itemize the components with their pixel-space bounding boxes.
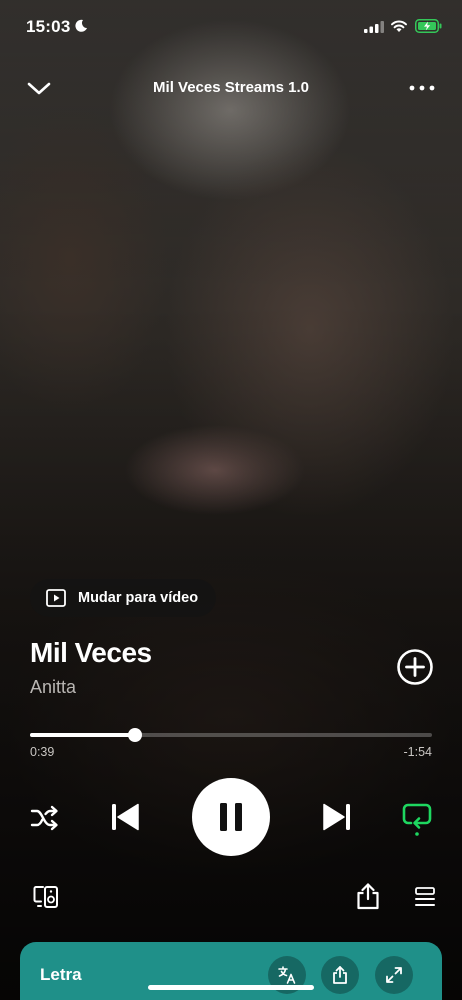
- add-to-library-icon[interactable]: [396, 648, 434, 686]
- video-play-icon: [46, 589, 66, 607]
- share-icon: [333, 966, 347, 984]
- repeat-icon[interactable]: [401, 801, 433, 837]
- remaining-time: -1:54: [403, 745, 433, 759]
- wifi-icon: [391, 20, 407, 32]
- share-icon[interactable]: [355, 882, 381, 910]
- pause-button[interactable]: [192, 778, 270, 856]
- progress-bar[interactable]: [30, 728, 432, 742]
- home-indicator: [148, 985, 314, 990]
- moon-icon: [75, 19, 87, 32]
- switch-to-video-label: Mudar para vídeo: [78, 590, 199, 606]
- lyrics-share-button[interactable]: [321, 956, 359, 994]
- elapsed-time: 0:39: [30, 745, 55, 759]
- next-icon[interactable]: [321, 801, 353, 833]
- playlist-title: Mil Veces Streams 1.0: [153, 79, 309, 96]
- progress-fill: [30, 733, 135, 737]
- shuffle-icon[interactable]: [30, 805, 60, 831]
- more-dots-icon[interactable]: [408, 78, 436, 98]
- signal-icon: [364, 21, 384, 33]
- lyrics-label: Letra: [40, 965, 82, 984]
- battery-charging-icon: [415, 19, 442, 33]
- expand-lyrics-button[interactable]: [375, 956, 413, 994]
- previous-icon[interactable]: [109, 801, 141, 833]
- devices-icon[interactable]: [33, 885, 59, 909]
- expand-icon: [386, 967, 402, 983]
- lyrics-card[interactable]: Letra: [20, 942, 442, 1000]
- pause-icon: [220, 803, 242, 831]
- track-artist[interactable]: Anitta: [30, 677, 76, 698]
- player-header: Mil Veces Streams 1.0: [0, 70, 462, 106]
- status-bar: 15:03: [0, 0, 462, 54]
- switch-to-video-button[interactable]: Mudar para vídeo: [30, 579, 217, 617]
- track-title: Mil Veces: [30, 637, 152, 668]
- queue-icon[interactable]: [414, 887, 436, 907]
- progress-handle[interactable]: [127, 728, 142, 742]
- status-time: 15:03: [26, 17, 71, 36]
- translate-icon: [278, 966, 296, 984]
